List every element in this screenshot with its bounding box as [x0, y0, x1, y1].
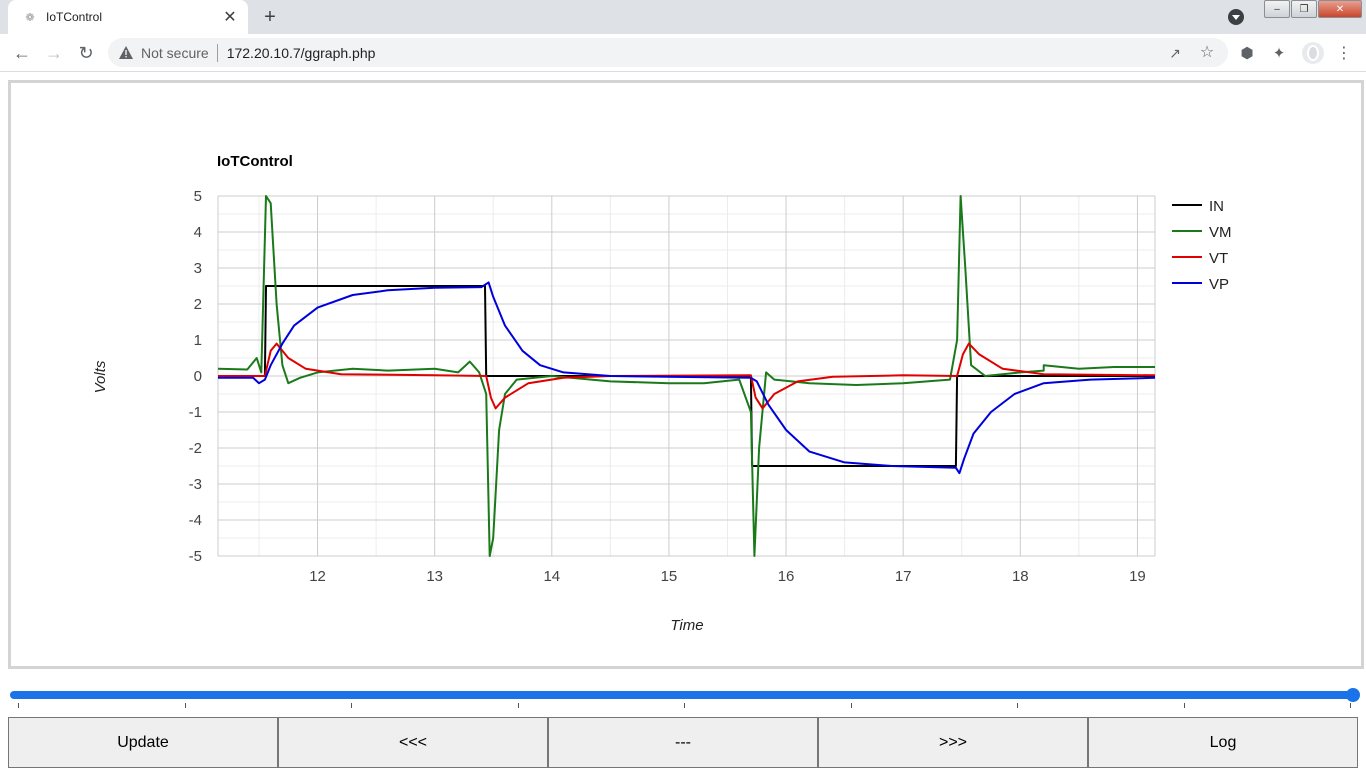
profile-avatar[interactable]: [1302, 42, 1324, 64]
browser-tab[interactable]: ❁ IoTControl ✕: [8, 0, 248, 34]
dash-button[interactable]: ---: [548, 717, 818, 768]
menu-kebab-icon[interactable]: ⋮: [1334, 43, 1354, 63]
slider-tick: [850, 703, 852, 708]
update-button[interactable]: Update: [8, 717, 278, 768]
new-tab-icon[interactable]: +: [257, 5, 283, 29]
window-controls: – ❐ ✕: [1264, 0, 1366, 20]
x-axis-ticks: 12 13 14 15 16 17 18 19: [309, 568, 1146, 585]
y-tick-label: -1: [189, 404, 202, 421]
forward-button[interactable]: >>>: [818, 717, 1088, 768]
chart-container: 5 4 3 2 1 0 -1 -2 -3 -4 -5 12 13 14 15 16 17 18 19 IN VM VT…: [8, 80, 1364, 669]
x-tick-label: 13: [426, 568, 443, 585]
back-button[interactable]: <<<: [278, 717, 548, 768]
slider-tick: [1017, 703, 1018, 708]
slider-track[interactable]: [10, 691, 1352, 699]
extensions-puzzle-icon[interactable]: ✦: [1269, 43, 1289, 63]
slider-tick: [684, 703, 685, 708]
chart-legend: IN VM VT VP: [1172, 198, 1232, 293]
slider-ticks: [10, 703, 1360, 709]
share-icon[interactable]: ↗: [1166, 44, 1184, 62]
y-tick-label: 0: [194, 368, 202, 385]
x-tick-label: 16: [778, 568, 795, 585]
y-tick-label: 2: [194, 296, 202, 313]
control-buttons: Update <<< --- >>> Log: [8, 717, 1366, 768]
y-axis-label: Volts: [92, 360, 109, 393]
address-divider: [216, 43, 218, 62]
x-tick-label: 14: [543, 568, 560, 585]
y-tick-label: 3: [194, 260, 202, 277]
reload-icon[interactable]: ↻: [74, 42, 98, 64]
x-tick-label: 17: [895, 568, 912, 585]
slider-tick: [18, 703, 19, 708]
y-tick-label: -4: [189, 512, 202, 529]
bookmark-star-icon[interactable]: ☆: [1198, 43, 1216, 61]
time-range-slider[interactable]: [10, 686, 1360, 709]
address-bar[interactable]: Not secure 172.20.10.7/ggraph.php ↗ ☆: [108, 38, 1228, 67]
y-tick-label: 1: [194, 332, 202, 349]
slider-tick: [517, 703, 519, 708]
series-line-vp: [218, 281, 1156, 475]
close-window-icon[interactable]: ✕: [1318, 0, 1362, 18]
legend-label-in: IN: [1209, 198, 1224, 215]
slider-thumb[interactable]: [1346, 688, 1360, 702]
chart-title: IoTControl: [217, 153, 293, 170]
tab-search-icon[interactable]: [1228, 9, 1244, 25]
url-text[interactable]: 172.20.10.7/ggraph.php: [227, 45, 376, 61]
x-axis-label: Time: [670, 617, 703, 634]
page-icon: ❁: [25, 11, 35, 24]
extension-cube-icon[interactable]: ⬢: [1237, 43, 1257, 63]
x-tick-label: 18: [1012, 568, 1029, 585]
slider-tick: [1350, 703, 1351, 708]
back-arrow-icon[interactable]: ←: [10, 42, 34, 64]
browser-tab-strip: ❁ IoTControl ✕ + – ❐ ✕: [0, 0, 1366, 34]
y-tick-label: -2: [189, 440, 202, 457]
log-button[interactable]: Log: [1088, 717, 1358, 768]
browser-toolbar: ← → ↻ Not secure 172.20.10.7/ggraph.php …: [0, 34, 1366, 72]
y-tick-label: -5: [189, 548, 202, 565]
y-axis-ticks: 5 4 3 2 1 0 -1 -2 -3 -4 -5: [189, 188, 202, 565]
x-tick-label: 19: [1129, 568, 1146, 585]
slider-tick: [184, 703, 186, 708]
tab-title: IoTControl: [46, 10, 103, 24]
maximize-icon[interactable]: ❐: [1291, 0, 1317, 18]
legend-label-vm: VM: [1209, 224, 1232, 241]
legend-label-vt: VT: [1209, 250, 1228, 267]
slider-tick: [351, 703, 352, 708]
x-tick-label: 15: [661, 568, 678, 585]
y-tick-label: -3: [189, 476, 202, 493]
y-tick-label: 5: [194, 188, 202, 205]
forward-arrow-icon[interactable]: →: [42, 42, 66, 64]
legend-label-vp: VP: [1209, 276, 1229, 293]
minimize-icon[interactable]: –: [1264, 0, 1290, 18]
y-tick-label: 4: [194, 224, 202, 241]
line-chart: 5 4 3 2 1 0 -1 -2 -3 -4 -5 12 13 14 15 16 17 18 19 IN VM VT…: [92, 153, 1232, 634]
warning-icon[interactable]: [119, 46, 133, 60]
slider-tick: [1183, 703, 1185, 708]
close-tab-icon[interactable]: ✕: [220, 7, 240, 27]
x-tick-label: 12: [309, 568, 326, 585]
security-status[interactable]: Not secure: [141, 45, 209, 61]
